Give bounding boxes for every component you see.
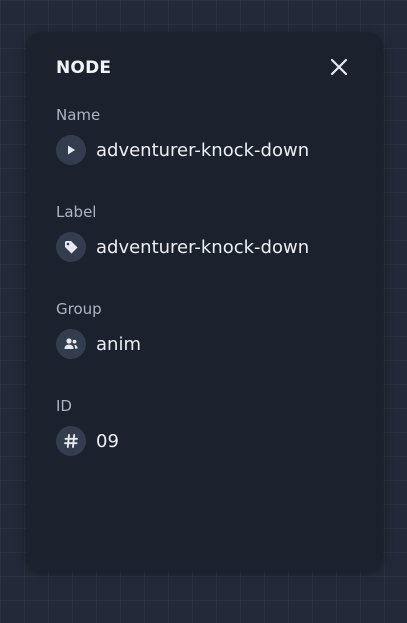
users-icon	[56, 329, 86, 359]
field-id: ID 09	[56, 396, 356, 456]
field-group: Group anim	[56, 299, 356, 359]
field-value-id: 09	[96, 430, 119, 452]
field-label: Label adventurer-knock-down	[56, 202, 356, 262]
field-label-id: ID	[56, 397, 72, 415]
field-label-name: Name	[56, 106, 101, 124]
field-row-label: adventurer-knock-down	[56, 232, 356, 262]
field-name: Name adventurer-knock-down	[56, 105, 356, 165]
field-row-id: 09	[56, 426, 356, 456]
panel-title: NODE	[56, 58, 112, 78]
close-icon	[330, 58, 348, 76]
field-label-label: Label	[56, 203, 97, 221]
field-label-group: Group	[56, 300, 102, 318]
play-icon	[56, 135, 86, 165]
hash-icon	[56, 426, 86, 456]
field-value-label: adventurer-knock-down	[96, 236, 310, 258]
field-value-group: anim	[96, 333, 141, 355]
field-row-group: anim	[56, 329, 356, 359]
close-button[interactable]	[327, 55, 351, 79]
field-row-name: adventurer-knock-down	[56, 135, 356, 165]
tag-icon	[56, 232, 86, 262]
node-details-panel: NODE Name adventurer-knock-down Label ad…	[26, 32, 383, 571]
field-value-name: adventurer-knock-down	[96, 139, 310, 161]
